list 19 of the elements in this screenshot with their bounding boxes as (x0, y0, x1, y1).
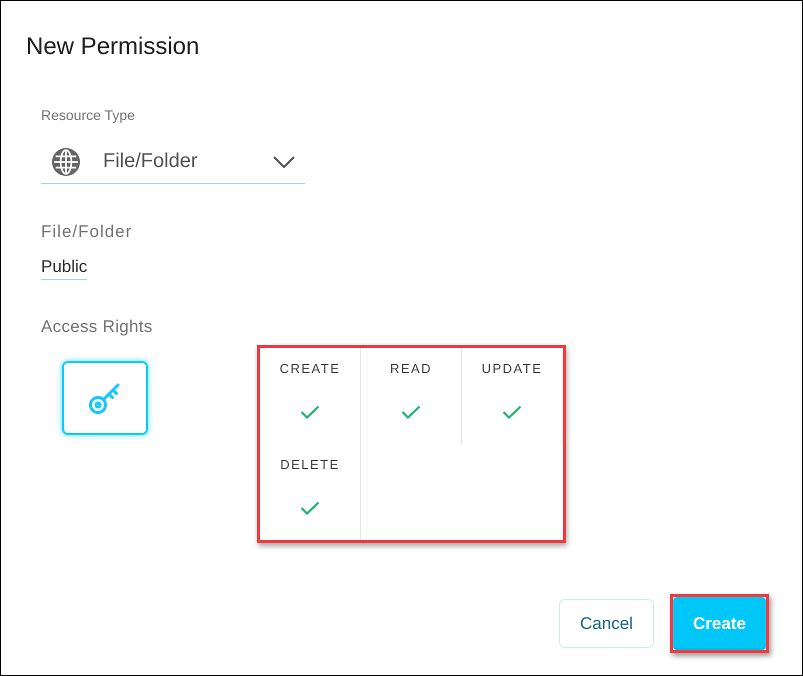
permission-cell[interactable]: CREATE (260, 348, 361, 444)
folder-field[interactable]: Public (41, 257, 88, 280)
field-label: File/Folder (41, 222, 132, 242)
dialog-title: New Permission (26, 33, 200, 61)
key-button[interactable] (62, 361, 148, 435)
field-label: Resource Type (41, 107, 135, 123)
resource-type-dropdown[interactable]: File/Folder (41, 140, 305, 184)
chevron-down-icon (273, 156, 295, 168)
permission-cell[interactable]: DELETE (260, 444, 361, 540)
cancel-button[interactable]: Cancel (559, 599, 654, 648)
permission-label: UPDATE (482, 361, 542, 377)
permission-cell[interactable]: UPDATE (462, 348, 563, 444)
field-label: Access Rights (41, 317, 153, 337)
permission-label: READ (390, 361, 432, 377)
globe-icon (52, 148, 80, 176)
permission-label: DELETE (280, 457, 340, 473)
permission-label: CREATE (280, 361, 340, 377)
permission-cell[interactable]: READ (361, 348, 462, 444)
key-icon (88, 381, 122, 415)
